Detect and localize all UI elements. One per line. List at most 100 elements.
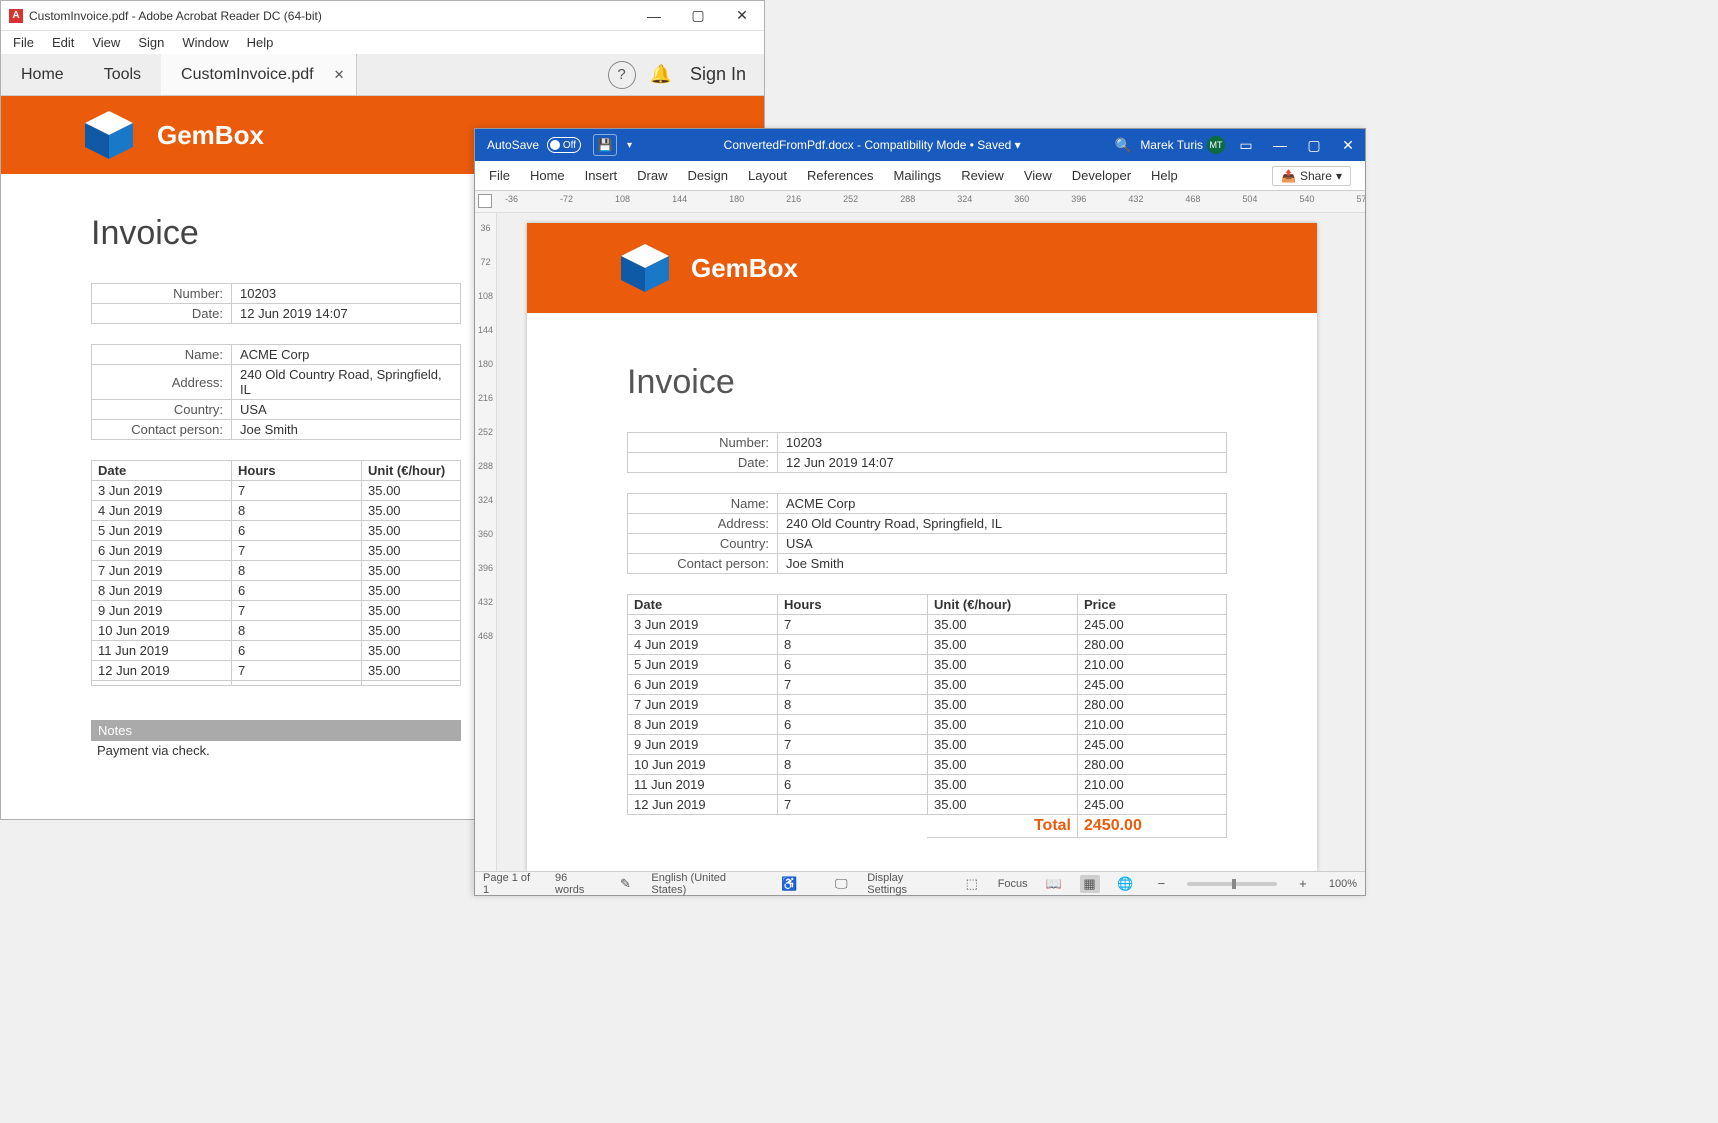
minimize-button[interactable]: — <box>1263 129 1297 161</box>
tab-home[interactable]: Home <box>1 54 84 95</box>
acrobat-title-text: CustomInvoice.pdf - Adobe Acrobat Reader… <box>29 9 632 23</box>
ribbon-display-icon[interactable]: ▭ <box>1229 129 1263 161</box>
focus-icon[interactable]: ⬚ <box>962 875 982 893</box>
status-language[interactable]: English (United States) <box>651 872 763 896</box>
user-name[interactable]: Marek Turis <box>1140 138 1203 152</box>
tab-close-icon[interactable]: ✕ <box>334 67 345 83</box>
contact-row: Contact person:Joe Smith <box>628 554 1227 574</box>
spellcheck-icon[interactable]: ✎ <box>615 875 635 893</box>
zoom-in-button[interactable]: + <box>1293 875 1313 893</box>
word-title-bar[interactable]: AutoSave Off 💾 ▾ ConvertedFromPdf.docx -… <box>475 129 1365 161</box>
print-layout-icon[interactable]: ▦ <box>1080 875 1100 893</box>
acrobat-menu-bar: File Edit View Sign Window Help <box>1 31 764 54</box>
notes-header: Notes <box>91 720 461 741</box>
chevron-down-icon: ▾ <box>1015 138 1021 152</box>
ribbon-help[interactable]: Help <box>1151 168 1178 183</box>
tab-selector-icon[interactable] <box>478 194 492 208</box>
contact-row: Contact person:Joe Smith <box>92 420 461 440</box>
menu-sign[interactable]: Sign <box>130 33 172 52</box>
word-document-area[interactable]: Invoice Number:10203 Date:12 Jun 2019 14… <box>527 313 1317 858</box>
word-page[interactable]: GemBox Invoice Number:10203 Date:12 Jun … <box>527 223 1317 871</box>
ribbon-layout[interactable]: Layout <box>748 168 787 183</box>
web-layout-icon[interactable]: 🌐 <box>1116 875 1136 893</box>
ribbon-file[interactable]: File <box>489 168 510 183</box>
table-row <box>92 681 461 686</box>
ribbon-review[interactable]: Review <box>961 168 1004 183</box>
ribbon-developer[interactable]: Developer <box>1072 168 1131 183</box>
table-row: 10 Jun 2019835.00280.00 <box>628 755 1227 775</box>
contact-row: Name:ACME Corp <box>628 494 1227 514</box>
bell-icon[interactable]: 🔔 <box>650 64 672 85</box>
status-page[interactable]: Page 1 of 1 <box>483 872 539 896</box>
ribbon-design[interactable]: Design <box>688 168 728 183</box>
read-mode-icon[interactable]: 📖 <box>1044 875 1064 893</box>
ribbon-home[interactable]: Home <box>530 168 565 183</box>
invoice-heading: Invoice <box>627 363 1287 402</box>
menu-view[interactable]: View <box>84 33 128 52</box>
close-button[interactable]: ✕ <box>1331 129 1365 161</box>
contact-row: Address:240 Old Country Road, Springfiel… <box>92 365 461 400</box>
tab-document-label: CustomInvoice.pdf <box>181 66 314 84</box>
menu-window[interactable]: Window <box>174 33 236 52</box>
qat-customize-icon[interactable]: ▾ <box>627 140 632 151</box>
brand-name: GemBox <box>691 253 798 284</box>
table-row: 10 Jun 2019835.00 <box>92 621 461 641</box>
status-display-settings[interactable]: Display Settings <box>867 872 946 896</box>
status-words[interactable]: 96 words <box>555 872 599 896</box>
total-label: Total <box>928 815 1078 838</box>
tab-document[interactable]: CustomInvoice.pdf ✕ <box>161 54 357 95</box>
horizontal-ruler[interactable]: -36-721081441802162522883243603964324685… <box>475 191 1365 213</box>
minimize-button[interactable]: — <box>632 1 676 31</box>
user-avatar[interactable]: MT <box>1207 136 1225 154</box>
menu-edit[interactable]: Edit <box>44 33 82 52</box>
acrobat-tab-bar: Home Tools CustomInvoice.pdf ✕ ? 🔔 Sign … <box>1 54 764 96</box>
menu-help[interactable]: Help <box>239 33 282 52</box>
sign-in-button[interactable]: Sign In <box>690 64 746 85</box>
close-button[interactable]: ✕ <box>720 1 764 31</box>
ribbon-view[interactable]: View <box>1024 168 1052 183</box>
menu-file[interactable]: File <box>5 33 42 52</box>
ribbon-mailings[interactable]: Mailings <box>894 168 942 183</box>
document-name[interactable]: ConvertedFromPdf.docx - Compatibility Mo… <box>638 138 1106 152</box>
maximize-button[interactable]: ▢ <box>1297 129 1331 161</box>
table-row: 9 Jun 2019735.00 <box>92 601 461 621</box>
table-header-row: Date Hours Unit (€/hour) <box>92 461 461 481</box>
share-button[interactable]: 📤 Share ▾ <box>1272 166 1351 186</box>
contact-table: Name:ACME Corp Address:240 Old Country R… <box>627 493 1227 574</box>
table-row: 11 Jun 2019635.00210.00 <box>628 775 1227 795</box>
meta-row: Date:12 Jun 2019 14:07 <box>628 453 1227 473</box>
word-window: AutoSave Off 💾 ▾ ConvertedFromPdf.docx -… <box>474 128 1366 896</box>
contact-table: Name:ACME Corp Address:240 Old Country R… <box>91 344 461 440</box>
zoom-slider[interactable] <box>1187 882 1277 886</box>
table-row: 7 Jun 2019835.00280.00 <box>628 695 1227 715</box>
table-row: 8 Jun 2019635.00 <box>92 581 461 601</box>
table-row: 11 Jun 2019635.00 <box>92 641 461 661</box>
hours-table: Date Hours Unit (€/hour) 3 Jun 2019735.0… <box>91 460 461 686</box>
save-button[interactable]: 💾 <box>593 134 617 156</box>
ribbon-insert[interactable]: Insert <box>585 168 618 183</box>
vertical-ruler[interactable]: 3672108144180216252288324360396432468 <box>475 213 497 871</box>
zoom-out-button[interactable]: − <box>1151 875 1171 893</box>
help-icon[interactable]: ? <box>608 61 636 89</box>
table-row: 6 Jun 2019735.00245.00 <box>628 675 1227 695</box>
table-row: 3 Jun 2019735.00 <box>92 481 461 501</box>
ribbon-draw[interactable]: Draw <box>637 168 667 183</box>
word-ribbon: File Home Insert Draw Design Layout Refe… <box>475 161 1365 191</box>
accessibility-icon[interactable]: ♿ <box>779 875 799 893</box>
brand-name: GemBox <box>157 120 264 151</box>
table-header-row: Date Hours Unit (€/hour) Price <box>628 595 1227 615</box>
display-settings-icon[interactable]: 🖵 <box>831 875 851 893</box>
gembox-logo-icon <box>617 240 673 296</box>
autosave-toggle[interactable]: Off <box>547 137 581 153</box>
tab-tools[interactable]: Tools <box>84 54 161 95</box>
ribbon-references[interactable]: References <box>807 168 873 183</box>
maximize-button[interactable]: ▢ <box>676 1 720 31</box>
total-row: Total 2450.00 <box>628 815 1227 838</box>
meta-row: Number:10203 <box>92 284 461 304</box>
acrobat-title-bar[interactable]: A CustomInvoice.pdf - Adobe Acrobat Read… <box>1 1 764 31</box>
status-focus[interactable]: Focus <box>998 878 1028 890</box>
search-icon[interactable]: 🔍 <box>1106 129 1140 161</box>
contact-row: Country:USA <box>92 400 461 420</box>
table-row: 4 Jun 2019835.00 <box>92 501 461 521</box>
zoom-level[interactable]: 100% <box>1329 878 1357 890</box>
